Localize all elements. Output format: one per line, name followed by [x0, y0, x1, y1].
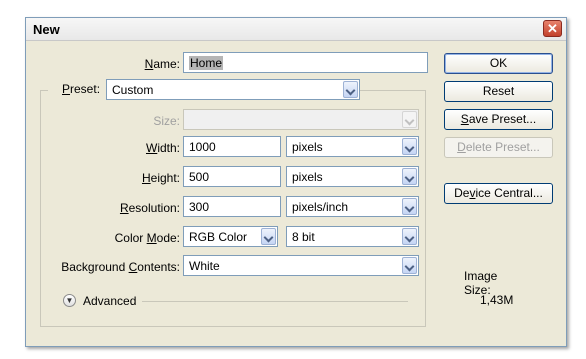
advanced-toggle-label[interactable]: Advanced	[83, 294, 136, 308]
size-label: Size:	[153, 114, 180, 128]
new-document-dialog: New ✕ Name: Home Preset: Custom Size: Wi…	[25, 17, 567, 347]
background-contents-label: Background Contents:	[61, 260, 180, 274]
reset-button[interactable]: Reset	[444, 81, 553, 102]
bit-depth-value: 8 bit	[292, 230, 315, 244]
color-mode-select[interactable]: RGB Color	[183, 226, 278, 247]
name-value: Home	[189, 56, 224, 70]
name-label: Name:	[144, 57, 180, 71]
chevron-down-icon	[402, 228, 417, 245]
chevron-down-icon	[402, 168, 417, 185]
bit-depth-select[interactable]: 8 bit	[286, 226, 419, 247]
chevron-down-icon	[343, 81, 358, 98]
resolution-unit-value: pixels/inch	[292, 200, 349, 214]
height-input[interactable]: 500	[183, 166, 281, 187]
close-button[interactable]: ✕	[543, 20, 562, 37]
delete-preset-button: Delete Preset...	[444, 137, 553, 158]
height-unit-value: pixels	[292, 170, 323, 184]
chevron-down-icon	[402, 257, 417, 274]
name-input[interactable]: Home	[183, 52, 428, 73]
size-select	[183, 109, 419, 130]
height-unit-select[interactable]: pixels	[286, 166, 419, 187]
width-label: Width:	[145, 141, 180, 155]
chevron-double-down-icon[interactable]: ▼	[63, 294, 76, 307]
preset-value: Custom	[112, 83, 154, 97]
resolution-input[interactable]: 300	[183, 196, 281, 217]
dialog-title: New	[33, 22, 60, 37]
chevron-down-icon	[402, 138, 417, 155]
background-contents-value: White	[189, 259, 220, 273]
preset-select[interactable]: Custom	[106, 79, 360, 100]
width-unit-select[interactable]: pixels	[286, 136, 419, 157]
advanced-divider	[142, 301, 408, 302]
title-bar: New ✕	[26, 18, 566, 41]
resolution-unit-select[interactable]: pixels/inch	[286, 196, 419, 217]
device-central-button[interactable]: Device Central...	[444, 183, 553, 204]
height-label: Height:	[141, 171, 180, 185]
width-input[interactable]: 1000	[183, 136, 281, 157]
background-contents-select[interactable]: White	[183, 255, 419, 276]
chevron-down-icon	[261, 228, 276, 245]
chevron-down-icon	[402, 111, 417, 128]
save-preset-button[interactable]: Save Preset...	[444, 109, 553, 130]
color-mode-value: RGB Color	[189, 230, 248, 244]
ok-button[interactable]: OK	[444, 53, 553, 74]
color-mode-label: Color Mode:	[114, 231, 180, 245]
image-size-value: 1,43M	[480, 293, 514, 307]
width-unit-value: pixels	[292, 140, 323, 154]
resolution-label: Resolution:	[119, 201, 180, 215]
chevron-down-icon	[402, 198, 417, 215]
